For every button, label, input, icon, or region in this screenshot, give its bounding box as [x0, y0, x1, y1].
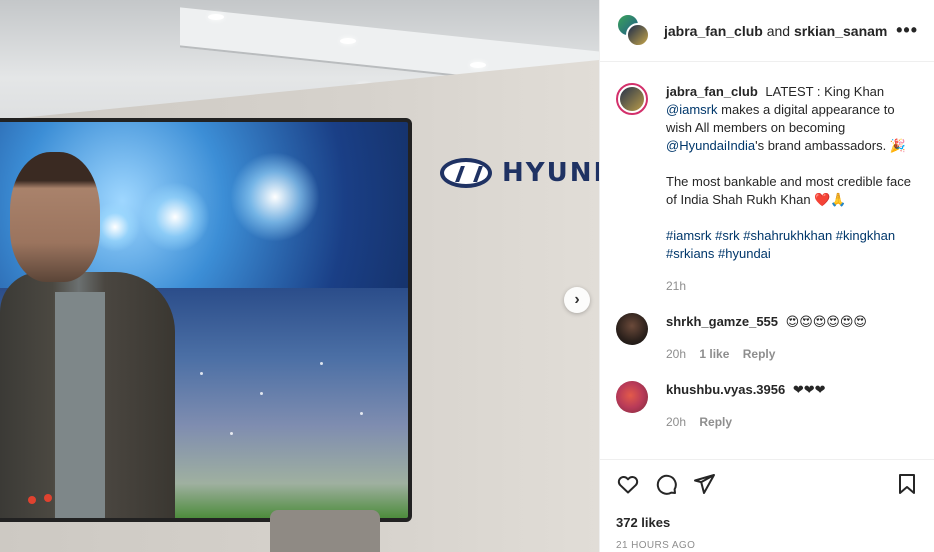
reply-button[interactable]: Reply: [699, 415, 732, 429]
post-header: jabra_fan_club and srkian_sanam •••: [600, 0, 934, 62]
caption-paragraph: The most bankable and most credible face…: [666, 174, 911, 207]
caption-text: LATEST : King Khan: [765, 84, 885, 99]
hyundai-wordmark: HYUNDAI: [502, 158, 599, 188]
crowd-light: [260, 392, 263, 395]
collab-avatars[interactable]: [616, 12, 652, 49]
timestamp[interactable]: 20h: [666, 347, 686, 361]
mic-light: [44, 494, 52, 502]
next-media-button[interactable]: ›: [564, 287, 590, 313]
comment-username[interactable]: khushbu.vyas.3956: [666, 382, 785, 397]
person-on-screen: [0, 142, 185, 518]
post-timestamp[interactable]: 21 HOURS AGO: [616, 540, 919, 551]
avatar[interactable]: [616, 313, 648, 345]
avatar: [626, 22, 650, 47]
paper-plane-icon[interactable]: [692, 472, 716, 501]
author-link[interactable]: srkian_sanam: [794, 23, 887, 39]
comment-text: 😍😍😍😍😍😍: [785, 314, 867, 329]
mention-link[interactable]: @HyundaiIndia: [666, 138, 755, 153]
crowd-light: [200, 372, 203, 375]
chevron-right-icon: ›: [574, 291, 580, 308]
podium: [270, 510, 380, 552]
caption-text: 's brand ambassadors. 🎉: [755, 138, 906, 153]
stadium-light: [230, 152, 320, 242]
digital-screen: [0, 118, 412, 522]
ceiling-light: [208, 14, 224, 20]
ceiling-light: [470, 62, 486, 68]
mic-light: [28, 496, 36, 504]
avatar[interactable]: [616, 83, 648, 115]
ceiling-light: [340, 38, 356, 44]
post-panel: jabra_fan_club and srkian_sanam ••• jabr…: [599, 0, 934, 552]
crowd-light: [360, 412, 363, 415]
author-link[interactable]: jabra_fan_club: [664, 23, 763, 39]
bookmark-icon[interactable]: [895, 472, 919, 501]
reply-button[interactable]: Reply: [743, 347, 776, 361]
comments-section[interactable]: jabra_fan_club LATEST : King Khan @iamsr…: [600, 63, 934, 459]
comment: khushbu.vyas.3956 ❤❤❤ 20h Reply: [616, 381, 919, 431]
post-actions: 372 likes 21 HOURS AGO: [600, 459, 934, 552]
heart-icon[interactable]: [616, 472, 640, 501]
timestamp[interactable]: 20h: [666, 415, 686, 429]
crowd-light: [320, 362, 323, 365]
comment: shrkh_gamze_555 😍😍😍😍😍😍 20h 1 like Reply: [616, 313, 919, 363]
comment-username[interactable]: shrkh_gamze_555: [666, 314, 778, 329]
hashtag-links[interactable]: #iamsrk #srk #shahrukhkhan #kingkhan #sr…: [666, 227, 916, 263]
likes-count[interactable]: 372 likes: [616, 515, 919, 530]
caption-username[interactable]: jabra_fan_club: [666, 84, 758, 99]
tshirt: [55, 292, 105, 518]
mention-link[interactable]: @iamsrk: [666, 102, 717, 117]
comment-text: ❤❤❤: [792, 382, 826, 397]
and-text: and: [766, 22, 791, 39]
hyundai-logo: [440, 158, 492, 188]
likes-count-button[interactable]: 1 like: [699, 347, 729, 361]
head: [10, 152, 100, 282]
avatar[interactable]: [616, 381, 648, 413]
timestamp[interactable]: 21h: [666, 279, 686, 293]
more-options-icon[interactable]: •••: [896, 20, 918, 41]
caption: jabra_fan_club LATEST : King Khan @iamsr…: [616, 83, 919, 295]
post-media[interactable]: HYUNDAI ›: [0, 0, 599, 552]
post-authors: jabra_fan_club and srkian_sanam: [664, 23, 887, 39]
hyundai-sign: HYUNDAI: [440, 158, 599, 188]
crowd-light: [230, 432, 233, 435]
comment-icon[interactable]: [654, 472, 678, 501]
